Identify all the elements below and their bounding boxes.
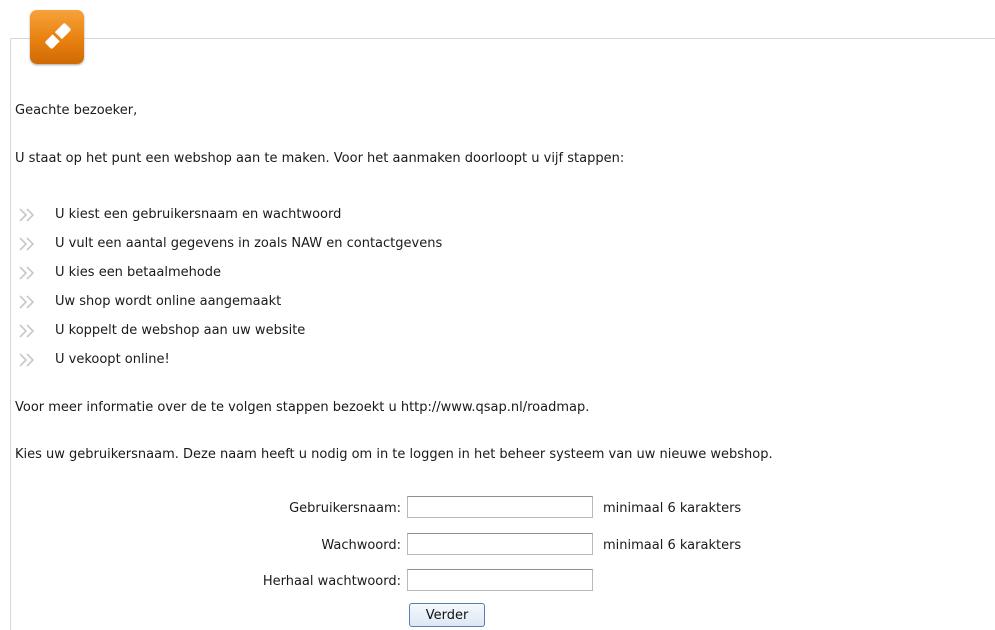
pencil-logo-icon (30, 10, 84, 64)
list-item: Uw shop wordt online aangemaakt (18, 287, 442, 316)
password-hint: minimaal 6 karakters (603, 538, 742, 553)
password-row: Wachwoord: minimaal 6 karakters (0, 533, 995, 559)
repeat-password-label: Herhaal wachtwoord: (262, 574, 401, 589)
list-item: U kies een betaalmehode (18, 258, 442, 287)
repeat-password-input[interactable] (407, 569, 593, 591)
username-row: Gebruikersnaam: minimaal 6 karakters (0, 496, 995, 522)
greeting: Geachte bezoeker, (15, 103, 138, 118)
intro-text: U staat op het punt een webshop aan te m… (15, 151, 625, 166)
step-label: Uw shop wordt online aangemaakt (55, 294, 282, 309)
instruction-text: Kies uw gebruikersnaam. Deze naam heeft … (15, 447, 773, 462)
double-chevron-icon (19, 265, 35, 280)
password-input[interactable] (407, 533, 593, 555)
step-label: U koppelt de webshop aan uw website (55, 323, 306, 338)
info-text: Voor meer informatie over de te volgen s… (15, 400, 590, 415)
double-chevron-icon (19, 323, 35, 338)
password-label: Wachwoord: (321, 538, 401, 553)
list-item: U vult een aantal gegevens in zoals NAW … (18, 229, 442, 258)
step-label: U kies een betaalmehode (55, 265, 222, 280)
step-label: U vekoopt online! (55, 352, 170, 367)
repeat-password-row: Herhaal wachtwoord: (0, 569, 995, 595)
double-chevron-icon (19, 294, 35, 309)
step-label: U kiest een gebruikersnaam en wachtwoord (55, 207, 342, 222)
steps-list: U kiest een gebruikersnaam en wachtwoord… (18, 200, 442, 374)
double-chevron-icon (19, 207, 35, 222)
username-input[interactable] (407, 496, 593, 518)
frame-top-border (10, 38, 995, 39)
list-item: U kiest een gebruikersnaam en wachtwoord (18, 200, 442, 229)
double-chevron-icon (19, 236, 35, 251)
username-label: Gebruikersnaam: (289, 501, 401, 516)
verder-button[interactable]: Verder (409, 603, 485, 627)
username-hint: minimaal 6 karakters (603, 501, 742, 516)
double-chevron-icon (19, 352, 35, 367)
list-item: U vekoopt online! (18, 345, 442, 374)
step-label: U vult een aantal gegevens in zoals NAW … (55, 236, 443, 251)
list-item: U koppelt de webshop aan uw website (18, 316, 442, 345)
